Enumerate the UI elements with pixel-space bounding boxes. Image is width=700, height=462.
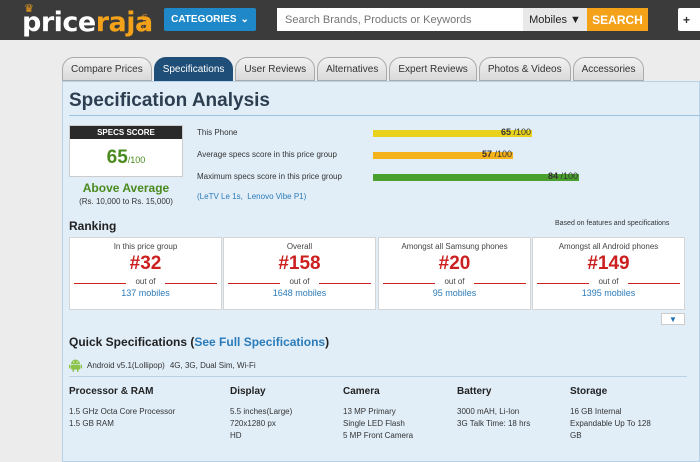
- spec-column-camera: Camera 13 MP Primary Single LED Flash 5 …: [343, 386, 414, 440]
- spec-column-battery: Battery 3000 mAH, Li-Ion 3G Talk Time: 1…: [457, 386, 531, 428]
- ranking-title: Ranking: [69, 219, 117, 233]
- comparison-value: 65: [501, 127, 512, 137]
- add-button[interactable]: +: [678, 8, 700, 31]
- tab-user-reviews[interactable]: User Reviews: [235, 57, 316, 81]
- chevron-down-icon: ▼: [669, 314, 677, 324]
- rank-number: #158: [278, 253, 321, 274]
- crown-icon: ♛: [24, 3, 34, 15]
- top-header: ♛ priceraja .com CATEGORIES ⌄ Mobiles ▼ …: [0, 0, 700, 40]
- tab-accessories[interactable]: Accessories: [572, 57, 645, 81]
- comparison-value: 84: [548, 171, 559, 181]
- android-icon: [69, 359, 82, 372]
- spec-column-display: Display 5.5 inches(Large) 720x1280 px HD: [230, 386, 293, 440]
- rank-box: Amongst all Samsung phones #20 out of 95…: [378, 237, 531, 310]
- chevron-down-icon: ⌄: [240, 14, 249, 25]
- rank-total-link[interactable]: 1395 mobiles: [533, 288, 684, 298]
- search-category-select[interactable]: Mobiles ▼: [523, 8, 587, 31]
- comparison-label: Average specs score in this price group: [197, 150, 337, 159]
- phone-link[interactable]: Lenovo Vibe P1): [247, 192, 306, 201]
- tab-compare-prices[interactable]: Compare Prices: [62, 57, 152, 81]
- network-features: 4G, 3G, Dual Sim, Wi-Fi: [169, 360, 256, 370]
- divider: [69, 115, 700, 116]
- rank-number: #149: [587, 253, 630, 274]
- tab-photos-videos[interactable]: Photos & Videos: [478, 57, 571, 81]
- comparison-value: 57: [482, 149, 493, 159]
- rank-total-link[interactable]: 137 mobiles: [70, 288, 221, 298]
- score-rating-label: Above Average: [82, 181, 170, 195]
- caret-down-icon: ▼: [570, 13, 581, 26]
- comparison-label: Maximum specs score in this price group: [197, 172, 342, 181]
- rank-number: #32: [129, 253, 162, 274]
- rank-total-link[interactable]: 1648 mobiles: [224, 288, 375, 298]
- tab-expert-reviews[interactable]: Expert Reviews: [389, 57, 477, 81]
- os-line: Android v5.1(Lollipop) 4G, 3G, Dual Sim,…: [69, 358, 256, 372]
- full-specs-link[interactable]: See Full Specifications: [194, 335, 325, 349]
- comparison-label: This Phone: [197, 128, 238, 137]
- rank-box: Amongst all Android phones #149 out of 1…: [532, 237, 685, 310]
- rank-box: In this price group #32 out of 137 mobil…: [69, 237, 222, 310]
- tab-specifications[interactable]: Specifications: [153, 57, 234, 81]
- rank-box: Overall #158 out of 1648 mobiles: [223, 237, 376, 310]
- specs-score-card: SPECS SCORE 65/100: [69, 125, 183, 177]
- tab-alternatives[interactable]: Alternatives: [317, 57, 388, 81]
- divider: [69, 376, 687, 377]
- priceraja-logo[interactable]: ♛ priceraja .com: [22, 2, 153, 38]
- product-tabs: Compare Prices Specifications User Revie…: [62, 57, 645, 81]
- rank-total-link[interactable]: 95 mobiles: [379, 288, 530, 298]
- phone-link[interactable]: (LeTV Le 1s,: [197, 192, 243, 201]
- spec-column-storage: Storage 16 GB Internal Expandable Up To …: [570, 386, 651, 440]
- ranking-note: Based on features and specifications: [555, 220, 670, 227]
- page-title: Specification Analysis: [69, 90, 270, 111]
- search-button[interactable]: SEARCH: [587, 8, 648, 31]
- spec-column-processor: Processor & RAM 1.5 GHz Octa Core Proces…: [69, 386, 176, 428]
- categories-button[interactable]: CATEGORIES ⌄: [164, 8, 256, 31]
- price-range: (Rs. 10,000 to Rs. 15,000): [79, 197, 173, 206]
- search-input[interactable]: [277, 8, 523, 31]
- expand-ranking-button[interactable]: ▼: [661, 313, 685, 325]
- quick-specs-title: Quick Specifications (See Full Specifica…: [69, 335, 330, 349]
- specs-score-value: 65: [106, 147, 128, 168]
- os-version: Android v5.1(Lollipop): [87, 360, 165, 370]
- top-phones-links: (LeTV Le 1s, Lenovo Vibe P1): [197, 192, 306, 201]
- rank-number: #20: [438, 253, 471, 274]
